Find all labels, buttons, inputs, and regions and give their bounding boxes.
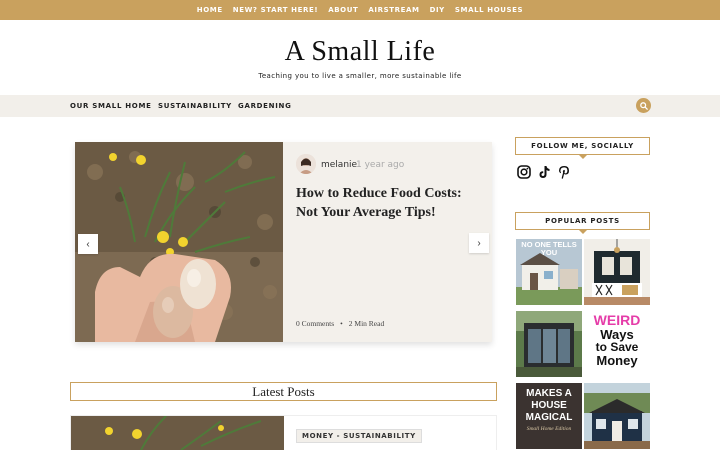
- read-time: 2 Min Read: [348, 319, 385, 328]
- post-category-badge[interactable]: MONEY - SUSTAINABILITY: [296, 429, 422, 443]
- chevron-right-icon: ›: [477, 237, 481, 249]
- popular-thumb-4-line4: Money: [596, 353, 638, 368]
- featured-image[interactable]: [75, 142, 283, 342]
- avatar-photo: [296, 154, 316, 174]
- main-nav: OUR SMALL HOME SUSTAINABILITY GARDENING: [0, 95, 720, 117]
- popular-post-thumb-2[interactable]: [584, 239, 650, 305]
- featured-post-meta: 0 Comments • 2 Min Read: [296, 319, 384, 328]
- slider-next-button[interactable]: ›: [469, 233, 489, 253]
- topnav-start-here[interactable]: NEW? START HERE!: [233, 6, 318, 14]
- latest-post-image[interactable]: [71, 416, 284, 450]
- author-avatar[interactable]: [296, 154, 316, 174]
- popular-post-thumb-3[interactable]: [516, 311, 582, 377]
- title-notch: [579, 155, 587, 159]
- chevron-left-icon: ‹: [86, 238, 90, 250]
- featured-post-title[interactable]: How to Reduce Food Costs: Not Your Avera…: [296, 184, 481, 222]
- popular-thumb-5-line1: MAKES A: [526, 388, 572, 399]
- topnav-airstream[interactable]: AIRSTREAM: [368, 6, 419, 14]
- site-tagline: Teaching you to live a smaller, more sus…: [258, 72, 462, 80]
- mainnav-our-small-home[interactable]: OUR SMALL HOME: [70, 102, 152, 110]
- popular-post-thumb-6[interactable]: [584, 383, 650, 449]
- popular-thumb-1-text: NO ONE TELLS YOU: [521, 240, 577, 257]
- post-age: 1 year ago: [356, 160, 405, 170]
- popular-thumb-5-line2: HOUSE: [531, 400, 567, 411]
- popular-post-thumb-1[interactable]: NO ONE TELLS YOU: [516, 239, 582, 305]
- meta-separator: •: [340, 319, 343, 328]
- popular-thumb-4-line3: to Save: [595, 340, 639, 354]
- title-notch: [579, 230, 587, 234]
- popular-widget-title: POPULAR POSTS: [515, 212, 650, 234]
- topnav-small-houses[interactable]: SMALL HOUSES: [455, 6, 523, 14]
- site-title[interactable]: A Small Life: [0, 36, 720, 68]
- topnav-diy[interactable]: DIY: [430, 6, 445, 14]
- follow-widget-title: FOLLOW ME, SOCIALLY: [515, 137, 650, 159]
- popular-post-thumb-5[interactable]: MAKES A HOUSE MAGICAL Small Home Edition: [516, 383, 582, 449]
- latest-post-photo: [71, 416, 284, 450]
- slider-prev-button[interactable]: ‹: [78, 234, 98, 254]
- author-name[interactable]: melanie: [321, 160, 357, 170]
- mainnav-gardening[interactable]: GARDENING: [238, 102, 292, 110]
- popular-thumb-4-line1: WEIRD: [593, 312, 641, 328]
- search-icon: [639, 101, 648, 110]
- follow-widget-label: FOLLOW ME, SOCIALLY: [531, 142, 634, 150]
- popular-widget-label: POPULAR POSTS: [545, 217, 620, 225]
- tiktok-icon[interactable]: [536, 164, 552, 180]
- pinterest-icon[interactable]: [556, 164, 572, 180]
- latest-posts-heading: Latest Posts: [70, 382, 497, 401]
- popular-thumb-5-line4: Small Home Edition: [526, 426, 572, 432]
- topnav-home[interactable]: HOME: [197, 6, 223, 14]
- topnav-about[interactable]: ABOUT: [328, 6, 358, 14]
- mainnav-sustainability[interactable]: SUSTAINABILITY: [158, 102, 232, 110]
- top-nav: HOME NEW? START HERE! ABOUT AIRSTREAM DI…: [0, 0, 720, 20]
- instagram-icon[interactable]: [516, 164, 532, 180]
- featured-slider: melanie 1 year ago How to Reduce Food Co…: [75, 142, 492, 342]
- popular-thumb-5-line3: MAGICAL: [525, 412, 573, 423]
- popular-post-thumb-4[interactable]: WEIRD Ways to Save Money: [584, 311, 650, 377]
- eggs-photo: [75, 142, 283, 342]
- comment-count[interactable]: 0 Comments: [296, 319, 334, 328]
- search-button[interactable]: [636, 98, 651, 113]
